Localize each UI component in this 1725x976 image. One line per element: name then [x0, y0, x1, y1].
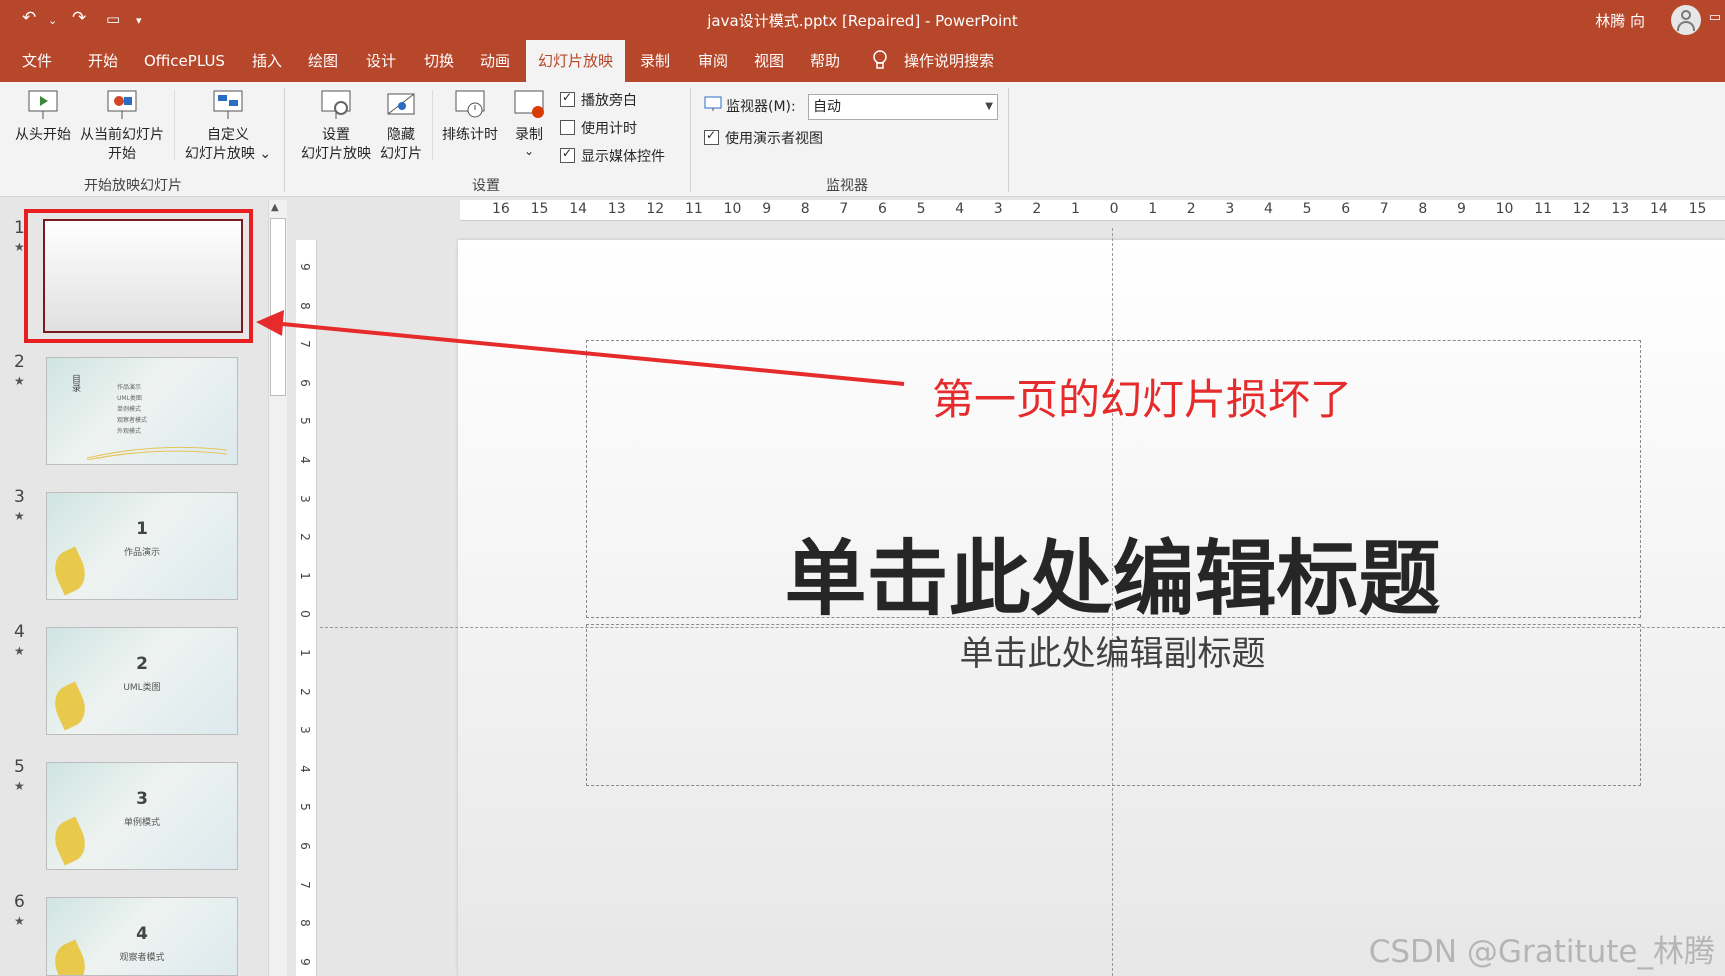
watermark: CSDN @Gratitute_林腾: [1368, 934, 1715, 970]
annotation-text: 第一页的幻灯片损坏了: [932, 375, 1353, 424]
annotation-arrow: [256, 310, 905, 386]
